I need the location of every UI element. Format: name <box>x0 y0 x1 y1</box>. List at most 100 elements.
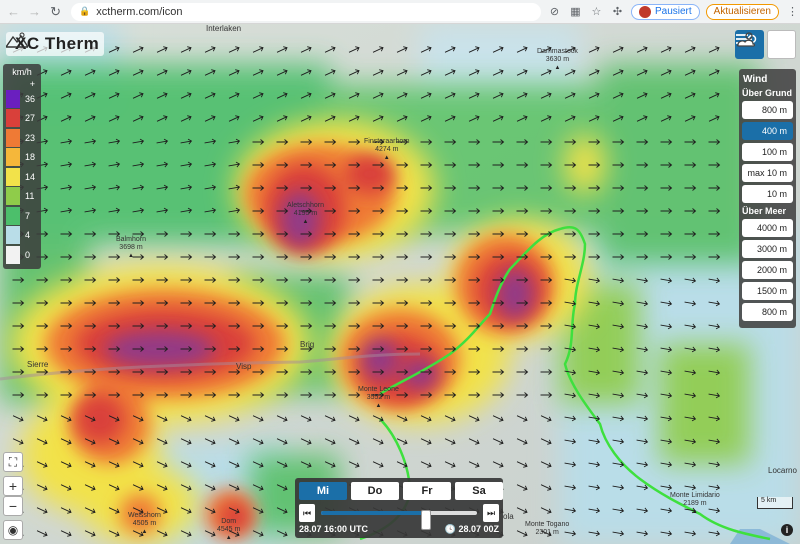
legend-item: 7 <box>3 206 41 226</box>
reload-icon[interactable]: ↻ <box>48 4 63 20</box>
sea-level-button[interactable]: 800 m <box>742 303 793 321</box>
place-dom: Dom 4545 m ▲ <box>217 518 240 542</box>
peak-icon: ▲ <box>141 529 148 535</box>
sea-level-button[interactable]: 1500 m <box>742 282 793 300</box>
place-monte-limidario: Monte Limidario 2189 m ▲ <box>670 492 720 516</box>
peak-icon: ▲ <box>691 509 698 515</box>
peak-icon: ▲ <box>375 403 382 409</box>
place-elevation: 4195 m <box>293 210 318 217</box>
place-name: Finsteraarhorn <box>364 138 410 145</box>
legend-item: 4 <box>3 226 41 246</box>
locate-button[interactable]: ◉ <box>3 520 23 540</box>
day-tab[interactable]: Do <box>351 482 399 500</box>
step-forward-button[interactable]: ⏭ <box>483 504 499 522</box>
peak-icon: ▲ <box>225 535 232 541</box>
day-tab[interactable]: Mi <box>299 482 347 500</box>
place-monte-togano: Monte Togano 2301 m <box>525 521 569 537</box>
sea-section-label: Über Meer <box>742 206 787 216</box>
legend-swatch <box>6 187 20 206</box>
legend-item: 18 <box>3 148 41 168</box>
legend-value: 36 <box>25 93 36 104</box>
current-time: 28.07 16:00 UTC <box>299 524 369 534</box>
qr-icon[interactable]: ▦ <box>568 4 583 20</box>
place-weisshorn: Weisshorn 4505 m ▲ <box>128 512 161 536</box>
place-monte-leone: Monte Leone 3552 m ▲ <box>358 386 399 410</box>
app-logo[interactable]: XC Therm <box>6 32 105 56</box>
place-elevation: 3552 m <box>366 394 391 401</box>
info-button[interactable]: i <box>781 524 793 536</box>
local-time: 🕓 28.07 00Z <box>445 524 499 535</box>
place-name: Dammastock <box>537 48 578 55</box>
clock-icon: 🕓 <box>444 524 456 534</box>
legend-value: 23 <box>25 132 36 143</box>
profile-button[interactable]: Pausiert <box>630 3 700 20</box>
profile-label: Pausiert <box>654 6 692 17</box>
lock-icon: 🔒 <box>79 6 91 16</box>
local-time-text: 28.07 00Z <box>458 524 499 534</box>
town-locarno: Locarno <box>768 466 797 475</box>
legend-item: 36 <box>3 89 41 109</box>
sea-level-button[interactable]: 3000 m <box>742 240 793 258</box>
step-back-button[interactable]: ⏮ <box>299 504 315 522</box>
url-text: xctherm.com/icon <box>96 5 183 18</box>
legend-plus: + <box>29 79 35 89</box>
fullscreen-button[interactable]: ⛶ <box>3 452 23 472</box>
update-button[interactable]: Aktualisieren <box>705 3 779 20</box>
legend-value: 11 <box>25 191 35 202</box>
place-elevation: 4274 m <box>375 146 399 153</box>
avatar <box>638 5 651 18</box>
thermal-layer-button[interactable] <box>736 30 796 59</box>
place-name: Monte Limidario <box>670 492 720 499</box>
map-view[interactable]: XC Therm km/h + 36 27 23 18 14 11 7 4 0 Interlak… <box>0 24 800 544</box>
town-brig: Brig <box>300 340 315 349</box>
camera-block-icon[interactable]: ⊘ <box>547 4 562 20</box>
legend-swatch <box>6 226 20 245</box>
time-slider-fill <box>321 511 426 515</box>
time-slider[interactable] <box>321 510 477 530</box>
legend-value: 14 <box>25 171 36 182</box>
wind-legend: km/h + 36 27 23 18 14 11 7 4 0 <box>3 64 41 269</box>
puzzle-icon[interactable]: ✣ <box>610 4 625 20</box>
ground-level-button[interactable]: 100 m <box>742 143 793 161</box>
legend-unit: km/h <box>12 67 32 77</box>
address-bar[interactable]: 🔒 xctherm.com/icon <box>71 2 541 21</box>
legend-swatch <box>6 206 20 225</box>
peak-icon: ▲ <box>383 155 390 161</box>
zoom-in-button[interactable]: + <box>3 476 23 496</box>
mountain-logo-icon <box>6 32 28 48</box>
place-aletschhorn: Aletschhorn 4195 m ▲ <box>287 202 324 226</box>
ground-level-button[interactable]: 800 m <box>742 101 793 119</box>
back-icon[interactable]: ← <box>6 4 21 20</box>
place-balmhorn: Balmhorn 3698 m ▲ <box>116 236 146 260</box>
peak-icon: ▲ <box>302 219 309 225</box>
time-slider-thumb[interactable] <box>420 510 431 530</box>
star-icon[interactable]: ☆ <box>589 4 604 20</box>
forward-icon[interactable]: → <box>27 4 42 20</box>
sea-level-button[interactable]: 2000 m <box>742 261 793 279</box>
legend-swatch <box>6 89 20 108</box>
legend-value: 27 <box>25 113 36 124</box>
place-elevation: 2189 m <box>683 500 707 507</box>
ground-level-button[interactable]: max 10 m <box>742 164 793 182</box>
place-name: Aletschhorn <box>287 202 324 209</box>
day-tab[interactable]: Fr <box>403 482 451 500</box>
place-elevation: 4505 m <box>132 520 157 527</box>
locate-icon: ◉ <box>7 523 19 537</box>
place-elevation: 3630 m <box>545 56 570 63</box>
zoom-out-button[interactable]: − <box>3 496 23 516</box>
legend-swatch <box>6 167 20 186</box>
sea-level-button[interactable]: 4000 m <box>742 219 793 237</box>
place-elevation: 4545 m <box>217 526 241 533</box>
day-tab[interactable]: Sa <box>455 482 503 500</box>
legend-item: 11 <box>3 187 41 207</box>
ground-level-button[interactable]: 400 m <box>742 122 793 140</box>
place-name: Dom <box>221 518 237 525</box>
peak-icon: ▲ <box>128 253 134 259</box>
place-name: Monte Leone <box>358 386 399 393</box>
ground-level-button[interactable]: 10 m <box>742 185 793 203</box>
place-elevation: 2301 m <box>535 529 559 536</box>
legend-value: 18 <box>25 152 36 163</box>
menu-icon[interactable]: ⋮ <box>785 4 800 20</box>
time-slider-row: ⏮ ⏭ <box>299 504 499 530</box>
legend-value: 4 <box>25 230 31 241</box>
